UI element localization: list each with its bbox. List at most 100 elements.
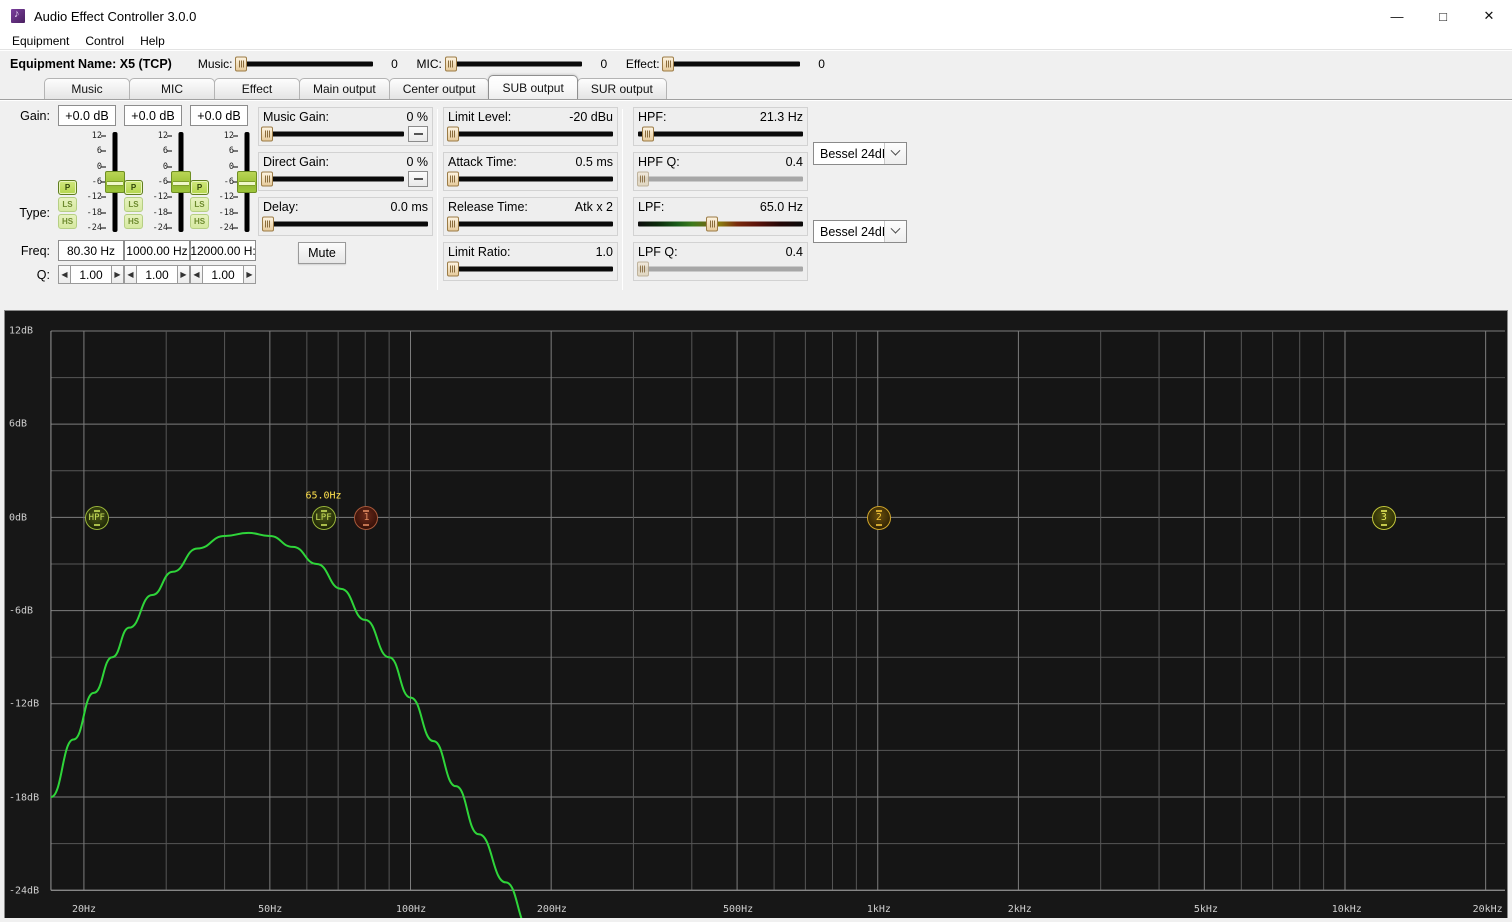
mic-volume-slider[interactable] xyxy=(444,56,582,72)
band3-gain-field[interactable]: +0.0 dB xyxy=(190,105,248,126)
slider-thumb[interactable] xyxy=(446,261,459,277)
tab-sub-output[interactable]: SUB output xyxy=(488,75,578,99)
tab-main-output[interactable]: Main output xyxy=(299,78,390,99)
slider-thumb[interactable] xyxy=(261,216,274,232)
band1-q-stepper[interactable]: ◀ 1.00 ▶ xyxy=(58,265,124,284)
slider-rail xyxy=(263,176,404,182)
slider-thumb[interactable] xyxy=(636,261,649,277)
maximize-icon[interactable]: □ xyxy=(1420,0,1466,32)
menu-item-help[interactable]: Help xyxy=(132,33,173,49)
lpf-type-select[interactable]: Bessel 24dB xyxy=(813,220,907,243)
chevron-left-icon[interactable]: ◀ xyxy=(58,265,71,284)
band2-q-value[interactable]: 1.00 xyxy=(137,265,177,284)
minimize-icon[interactable]: — xyxy=(1374,0,1420,32)
graph-marker-band3[interactable]: 3 xyxy=(1371,505,1396,530)
band3-type-ls-button[interactable]: LS xyxy=(190,197,209,212)
band3-q-stepper[interactable]: ◀ 1.00 ▶ xyxy=(190,265,256,284)
tab-music[interactable]: Music xyxy=(44,78,130,99)
slider-thumb[interactable] xyxy=(446,126,459,142)
band2-q-stepper[interactable]: ◀ 1.00 ▶ xyxy=(124,265,190,284)
band3-type-group: P LS HS xyxy=(190,180,212,231)
slider-thumb[interactable] xyxy=(235,56,248,71)
limiter-limit-level-label: Limit Level: xyxy=(448,110,512,124)
band3-q-value[interactable]: 1.00 xyxy=(203,265,243,284)
slider-thumb[interactable] xyxy=(636,171,649,187)
gain-delay-slider[interactable] xyxy=(261,216,428,232)
limiter-release-time-slider[interactable] xyxy=(446,216,613,232)
slider-thumb[interactable] xyxy=(446,171,459,187)
slider-thumb[interactable] xyxy=(444,56,457,71)
filter-lpf-q-slider[interactable] xyxy=(636,261,803,277)
x-axis-tick-label: 100Hz xyxy=(395,904,427,915)
effect-volume-slider[interactable] xyxy=(662,56,800,72)
band2-type-hs-button[interactable]: HS xyxy=(124,214,143,229)
slider-thumb[interactable] xyxy=(261,171,274,187)
limiter-limit-level-slider[interactable] xyxy=(446,126,613,142)
slider-thumb[interactable] xyxy=(446,216,459,232)
minus-icon xyxy=(413,133,423,135)
chevron-left-icon[interactable]: ◀ xyxy=(190,265,203,284)
band3-type-p-button[interactable]: P xyxy=(190,180,209,195)
gain-music-gain-decrement-button[interactable] xyxy=(408,126,428,142)
lpf-type-value: Bessel 24dB xyxy=(820,224,891,239)
y-axis-tick-label: 6dB xyxy=(9,418,28,430)
band3-gain-fader[interactable] xyxy=(237,128,257,236)
hpf-type-select[interactable]: Bessel 24dB xyxy=(813,142,907,165)
gain-direct-gain-decrement-button[interactable] xyxy=(408,171,428,187)
menu-item-equipment[interactable]: Equipment xyxy=(4,33,77,49)
band2-gain-fader[interactable] xyxy=(171,128,191,236)
graph-marker-hpf[interactable]: HPF xyxy=(84,505,109,530)
chevron-left-icon[interactable]: ◀ xyxy=(124,265,137,284)
band1-type-p-button[interactable]: P xyxy=(58,180,77,195)
band1-freq-field[interactable]: 80.30 Hz xyxy=(58,240,124,261)
slider-thumb[interactable] xyxy=(706,216,719,232)
divider-2 xyxy=(622,109,623,290)
chevron-down-icon[interactable] xyxy=(884,143,906,164)
limiter-attack-time-value: 0.5 ms xyxy=(575,155,613,169)
chevron-right-icon[interactable]: ▶ xyxy=(111,265,124,284)
slider-thumb[interactable] xyxy=(662,56,675,71)
filter-lpf-slider[interactable] xyxy=(638,216,803,232)
graph-marker-band2[interactable]: 2 xyxy=(866,505,891,530)
band1-type-ls-button[interactable]: LS xyxy=(58,197,77,212)
limiter-attack-time-slider[interactable] xyxy=(446,171,613,187)
filter-hpf-q-slider[interactable] xyxy=(636,171,803,187)
band1-q-value[interactable]: 1.00 xyxy=(71,265,111,284)
scale-tick-mark xyxy=(167,150,172,152)
chevron-right-icon[interactable]: ▶ xyxy=(243,265,256,284)
tab-mic[interactable]: MIC xyxy=(129,78,215,99)
gain-direct-gain-slider[interactable] xyxy=(261,171,404,187)
graph-canvas[interactable] xyxy=(5,311,1507,919)
band2-type-ls-button[interactable]: LS xyxy=(124,197,143,212)
y-axis-tick-label: 0dB xyxy=(9,512,28,524)
tab-center-output[interactable]: Center output xyxy=(388,78,490,99)
mute-button[interactable]: Mute xyxy=(298,242,346,264)
tab-effect[interactable]: Effect xyxy=(214,78,300,99)
graph-marker-band1[interactable]: 1 xyxy=(354,505,379,530)
band3-type-hs-button[interactable]: HS xyxy=(190,214,209,229)
band2-gain-field[interactable]: +0.0 dB xyxy=(124,105,182,126)
frequency-response-graph[interactable]: 12dB 6dB 0dB -6dB -12dB -18dB -24dB 20Hz 50Hz 100… xyxy=(4,310,1508,919)
fader-thumb[interactable] xyxy=(237,171,257,193)
close-icon[interactable]: ✕ xyxy=(1466,0,1512,32)
fader-thumb[interactable] xyxy=(171,171,191,193)
menu-item-control[interactable]: Control xyxy=(77,33,132,49)
band3-freq-field[interactable]: 12000.00 H: xyxy=(190,240,256,261)
limiter-limit-ratio-slider[interactable] xyxy=(446,261,613,277)
band1-gain-field[interactable]: +0.0 dB xyxy=(58,105,116,126)
slider-thumb[interactable] xyxy=(261,126,274,142)
filter-hpf-slider[interactable] xyxy=(638,126,803,142)
tab-sur-output[interactable]: SUR output xyxy=(576,78,667,99)
band1-gain-fader[interactable] xyxy=(105,128,125,236)
band1-type-hs-button[interactable]: HS xyxy=(58,214,77,229)
fader-thumb[interactable] xyxy=(105,171,125,193)
gain-music-gain-slider[interactable] xyxy=(261,126,404,142)
band2-type-p-button[interactable]: P xyxy=(124,180,143,195)
slider-thumb[interactable] xyxy=(641,126,654,142)
music-volume-slider[interactable] xyxy=(235,56,373,72)
band2-scale: 12 6 0 -6 -12 -18 -24 xyxy=(148,128,172,236)
chevron-down-icon[interactable] xyxy=(884,221,906,242)
chevron-right-icon[interactable]: ▶ xyxy=(177,265,190,284)
band2-freq-field[interactable]: 1000.00 Hz xyxy=(124,240,190,261)
graph-marker-lpf[interactable]: LPF xyxy=(311,505,336,530)
